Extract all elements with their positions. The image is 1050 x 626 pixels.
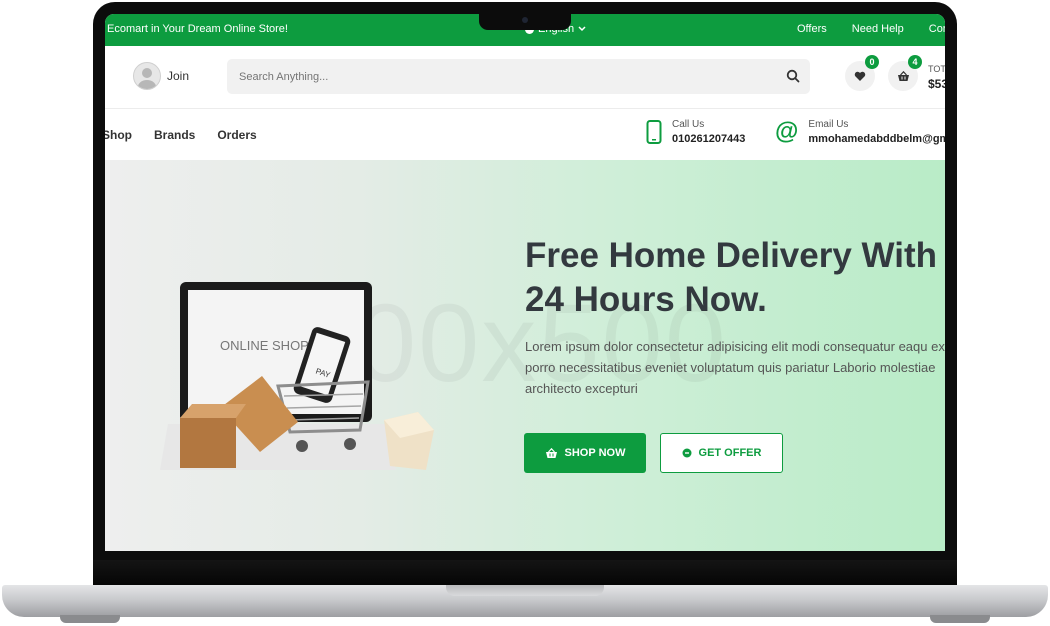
cart-button[interactable]: 4 — [888, 55, 922, 91]
shop-now-label: SHOP NOW — [564, 447, 626, 459]
user-avatar-icon — [133, 62, 161, 90]
nav-links: Shop Brands Orders — [105, 128, 257, 142]
call-us-label: Call Us — [672, 119, 705, 130]
laptop-foot-left — [60, 615, 120, 623]
phone-icon — [646, 120, 662, 144]
join-button[interactable]: Join — [133, 62, 189, 90]
laptop-screen: Ecomart in Your Dream Online Store! Engl… — [105, 14, 945, 551]
search-icon[interactable] — [786, 69, 800, 83]
email-us-label: Email Us — [808, 119, 849, 130]
cart-total-amount: $53 — [928, 77, 945, 91]
call-us-number: 010261207443 — [672, 133, 746, 145]
online-shopping-illustration: ONLINE SHOPPIN PAY — [160, 282, 434, 470]
shop-now-button[interactable]: SHOP NOW — [524, 433, 646, 473]
need-help-link[interactable]: Need Help — [852, 23, 904, 35]
get-offer-button[interactable]: GET OFFER — [660, 433, 783, 473]
get-offer-label: GET OFFER — [698, 447, 762, 459]
main-nav: Shop Brands Orders Call Us 010261207443 … — [105, 108, 945, 161]
nav-orders[interactable]: Orders — [217, 128, 256, 142]
heart-icon — [854, 71, 866, 81]
search-input[interactable] — [227, 59, 791, 94]
hero-title-line-2: 24 Hours Now. — [525, 280, 767, 319]
at-sign-icon: @ — [775, 118, 799, 145]
welcome-text: Ecomart in Your Dream Online Store! — [107, 23, 288, 35]
hero-title: Free Home Delivery With 24 Hours Now. — [525, 234, 945, 322]
call-us[interactable]: Call Us 010261207443 — [646, 119, 745, 145]
top-links: Offers Need Help Cor — [797, 23, 945, 35]
cart-total[interactable]: TOTA $53 — [928, 64, 945, 91]
header: Join 0 4 TOTA $53 — [105, 46, 945, 108]
laptop-opening-notch — [446, 585, 604, 596]
camera-notch — [479, 13, 571, 30]
hero-title-line-1: Free Home Delivery With — [525, 236, 938, 275]
nav-shop[interactable]: Shop — [105, 128, 132, 142]
nav-brands[interactable]: Brands — [154, 128, 195, 142]
basket-icon — [897, 70, 909, 81]
chevron-down-icon — [578, 26, 586, 32]
offers-link[interactable]: Offers — [797, 23, 827, 35]
basket-icon — [545, 447, 557, 458]
cart-total-label: TOTA — [928, 64, 945, 74]
hero-description: Lorem ipsum dolor consectetur adipisicin… — [525, 339, 945, 396]
email-us[interactable]: @ Email Us mmohamedabddbelm@gm — [775, 119, 945, 145]
contact-link[interactable]: Cor — [929, 23, 945, 35]
laptop-foot-right — [930, 615, 990, 623]
laptop-chin — [93, 560, 957, 586]
tag-icon — [682, 448, 692, 458]
wishlist-count-badge: 0 — [865, 55, 879, 69]
hero-banner: 00x500 ONLINE SHOPPIN PAY Free Home Deli… — [105, 160, 945, 551]
email-us-address: mmohamedabddbelm@gm — [808, 133, 945, 145]
search-bar — [227, 59, 810, 94]
camera-icon — [522, 17, 528, 23]
join-label: Join — [167, 69, 190, 83]
cart-count-badge: 4 — [908, 55, 922, 69]
wishlist-button[interactable]: 0 — [845, 55, 879, 91]
